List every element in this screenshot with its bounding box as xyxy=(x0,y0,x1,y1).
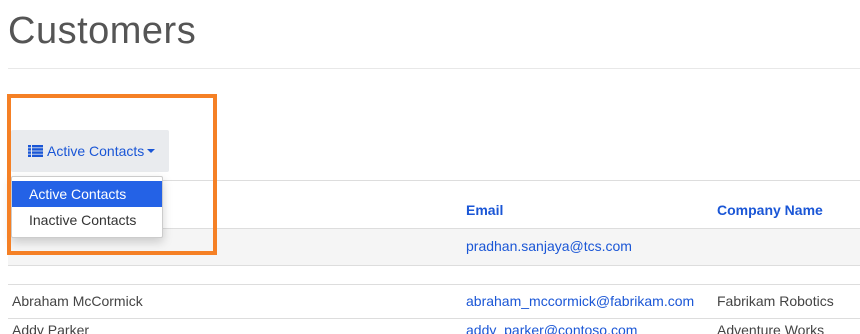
title-divider xyxy=(8,68,860,69)
row-3-name: Addy Parker xyxy=(12,322,90,334)
customers-page: Customers Email Company Name pradhan.san… xyxy=(0,0,860,334)
row-1-email[interactable]: pradhan.sanjaya@tcs.com xyxy=(466,238,632,254)
row-2-name: Abraham McCormick xyxy=(12,293,143,309)
view-selector-button[interactable]: Active Contacts xyxy=(11,130,169,172)
column-header-email[interactable]: Email xyxy=(466,202,503,218)
row-divider xyxy=(8,318,860,319)
menu-item-inactive-contacts[interactable]: Inactive Contacts xyxy=(12,207,162,233)
view-selector-label: Active Contacts xyxy=(47,143,145,159)
row-3-company: Adventure Works xyxy=(717,322,825,334)
view-dropdown-menu: Active Contacts Inactive Contacts xyxy=(11,176,163,238)
list-icon xyxy=(28,145,43,157)
page-title: Customers xyxy=(8,10,197,52)
row-2-email[interactable]: abraham_mccormick@fabrikam.com xyxy=(466,293,694,309)
row-divider xyxy=(8,265,860,266)
row-2-company: Fabrikam Robotics xyxy=(717,293,834,309)
row-3-email[interactable]: addy_parker@contoso.com xyxy=(466,322,637,334)
column-header-company-name[interactable]: Company Name xyxy=(717,202,823,218)
row-divider xyxy=(8,284,860,285)
menu-item-active-contacts[interactable]: Active Contacts xyxy=(12,181,162,207)
caret-down-icon xyxy=(147,149,156,153)
